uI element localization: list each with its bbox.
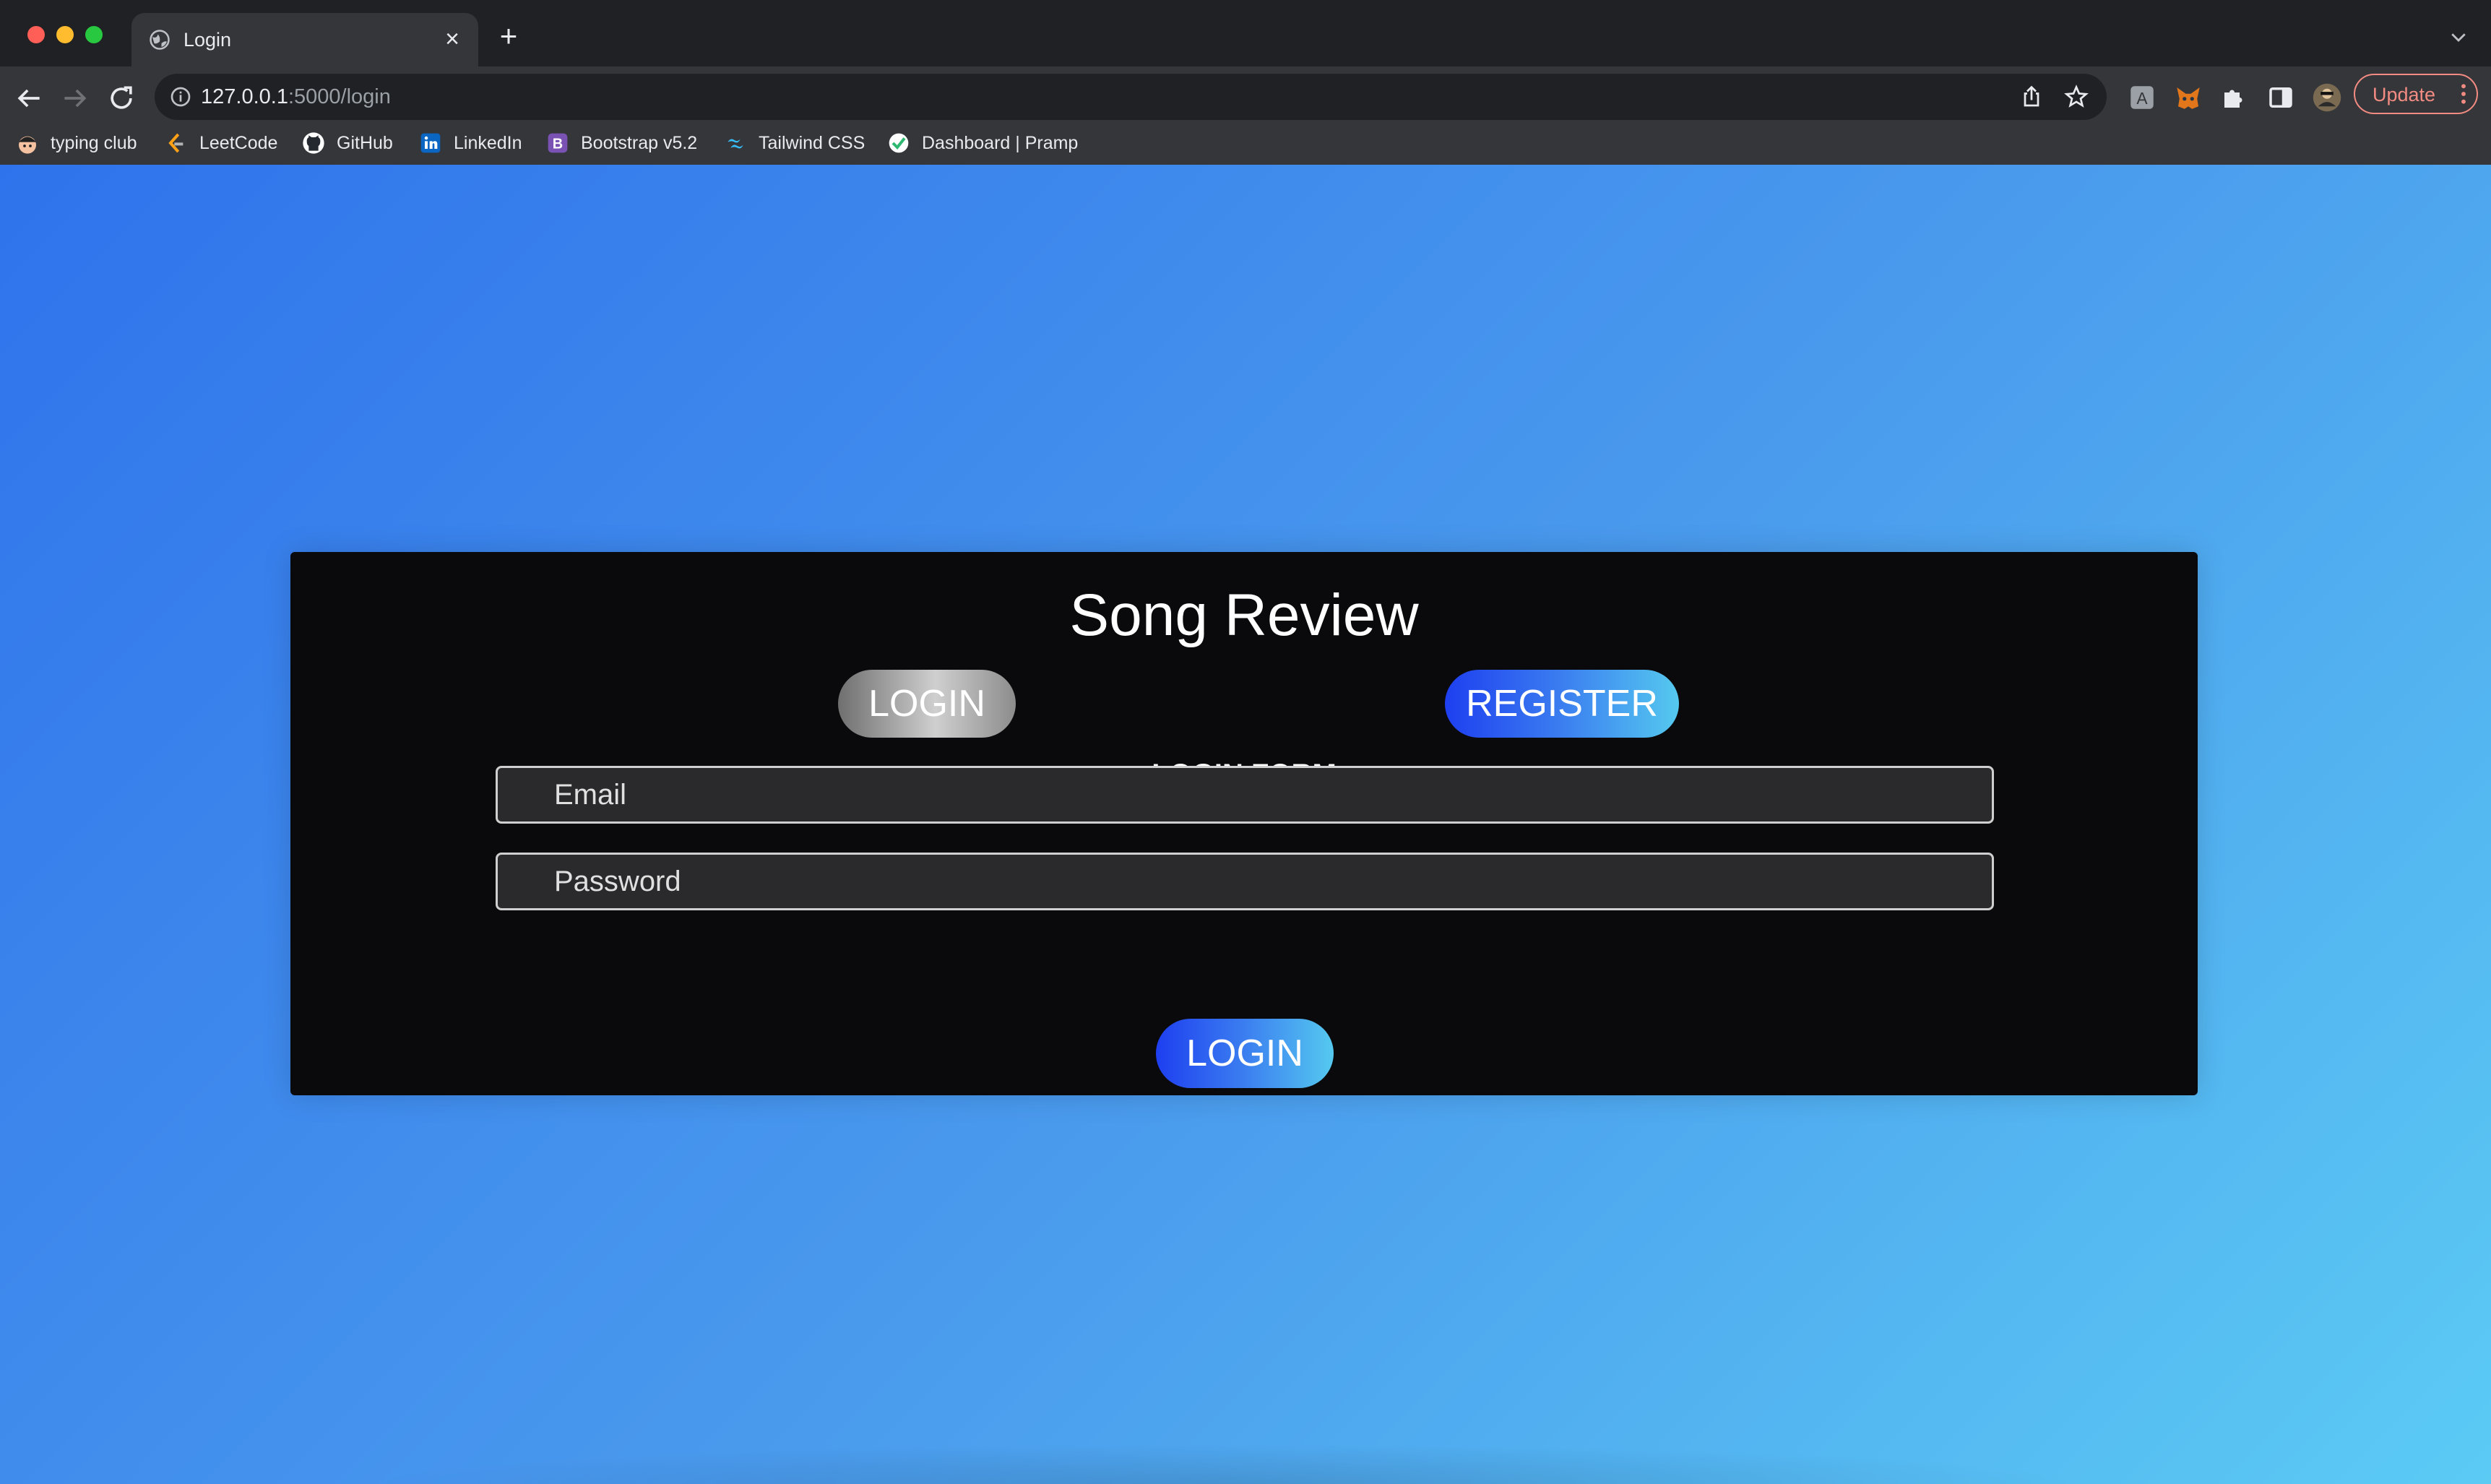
bookmark-star-icon[interactable]: [2063, 84, 2089, 110]
extensions-puzzle-icon[interactable]: [2219, 82, 2250, 113]
url-host: 127.0.0.1: [201, 85, 288, 108]
bookmark-label: GitHub: [337, 133, 393, 153]
bottom-shadow: [361, 1444, 2095, 1484]
url-text: 127.0.0.1:5000/login: [201, 84, 391, 110]
reload-icon[interactable]: [105, 82, 137, 114]
bookmark-tailwind[interactable]: Tailwind CSS: [724, 127, 865, 159]
bookmark-linkedin[interactable]: LinkedIn: [419, 127, 522, 159]
bookmark-label: Tailwind CSS: [759, 133, 865, 153]
bookmark-label: LeetCode: [199, 133, 278, 153]
globe-icon: [150, 30, 170, 50]
svg-text:A: A: [2136, 89, 2148, 108]
bookmark-label: Dashboard | Pramp: [922, 133, 1079, 153]
forward-icon[interactable]: [59, 82, 91, 114]
minimize-window-button[interactable]: [56, 26, 74, 43]
github-icon: [303, 132, 324, 154]
tab-strip: Login × +: [0, 0, 2491, 66]
pramp-icon: [889, 133, 909, 153]
metamask-fox-icon[interactable]: [2173, 82, 2203, 113]
bookmark-label: typing club: [51, 133, 137, 153]
back-icon[interactable]: [13, 82, 45, 114]
typing-club-icon: [19, 136, 36, 154]
extension-translate-icon[interactable]: A: [2127, 82, 2157, 113]
side-panel-icon[interactable]: [2266, 82, 2296, 113]
bookmark-typing-club[interactable]: typing club: [16, 127, 137, 159]
bookmark-label: LinkedIn: [454, 133, 522, 153]
site-info-icon[interactable]: [169, 85, 192, 108]
tailwind-icon: [728, 139, 743, 149]
bookmark-pramp[interactable]: Dashboard | Pramp: [887, 127, 1078, 159]
new-tab-button[interactable]: +: [496, 21, 522, 51]
bookmark-leetcode[interactable]: LeetCode: [165, 127, 277, 159]
page-viewport: Song Review LOGIN REGISTER LOGIN FORM LO…: [0, 165, 2491, 1484]
tab-title: Login: [184, 29, 232, 51]
bookmarks-bar: typing club LeetCode GitHub LinkedIn B B…: [0, 123, 2491, 165]
close-tab-icon[interactable]: ×: [439, 26, 465, 52]
login-tab-button[interactable]: LOGIN: [838, 670, 1016, 738]
more-menu-icon: [2461, 84, 2466, 104]
bookmark-bootstrap[interactable]: B Bootstrap v5.2: [546, 127, 697, 159]
url-path: :5000/login: [288, 85, 391, 108]
bookmark-github[interactable]: GitHub: [302, 127, 393, 159]
browser-tab[interactable]: Login ×: [131, 13, 478, 66]
bootstrap-icon: B: [548, 133, 568, 153]
toolbar: 127.0.0.1:5000/login A Update: [0, 66, 2491, 131]
svg-text:B: B: [553, 136, 563, 152]
email-field[interactable]: [496, 766, 1994, 824]
bookmark-label: Bootstrap v5.2: [581, 133, 698, 153]
close-window-button[interactable]: [27, 26, 45, 43]
leetcode-icon: [168, 133, 184, 153]
address-bar[interactable]: 127.0.0.1:5000/login: [155, 74, 2107, 120]
linkedin-icon: [420, 133, 441, 153]
profile-avatar-icon[interactable]: [2312, 82, 2342, 113]
register-tab-button[interactable]: REGISTER: [1445, 670, 1679, 738]
login-submit-button[interactable]: LOGIN: [1156, 1019, 1334, 1088]
page-title: Song Review: [1069, 582, 1419, 648]
browser-window: Login × + 127.0.0.1:5000/login A Update …: [0, 0, 2491, 1484]
update-button[interactable]: Update: [2354, 74, 2478, 114]
update-label: Update: [2373, 84, 2436, 105]
share-icon[interactable]: [2019, 84, 2045, 110]
maximize-window-button[interactable]: [85, 26, 103, 43]
password-field[interactable]: [496, 853, 1994, 910]
login-card: Song Review LOGIN REGISTER LOGIN FORM LO…: [290, 552, 2198, 1095]
tab-search-chevron-icon[interactable]: [2448, 26, 2469, 48]
